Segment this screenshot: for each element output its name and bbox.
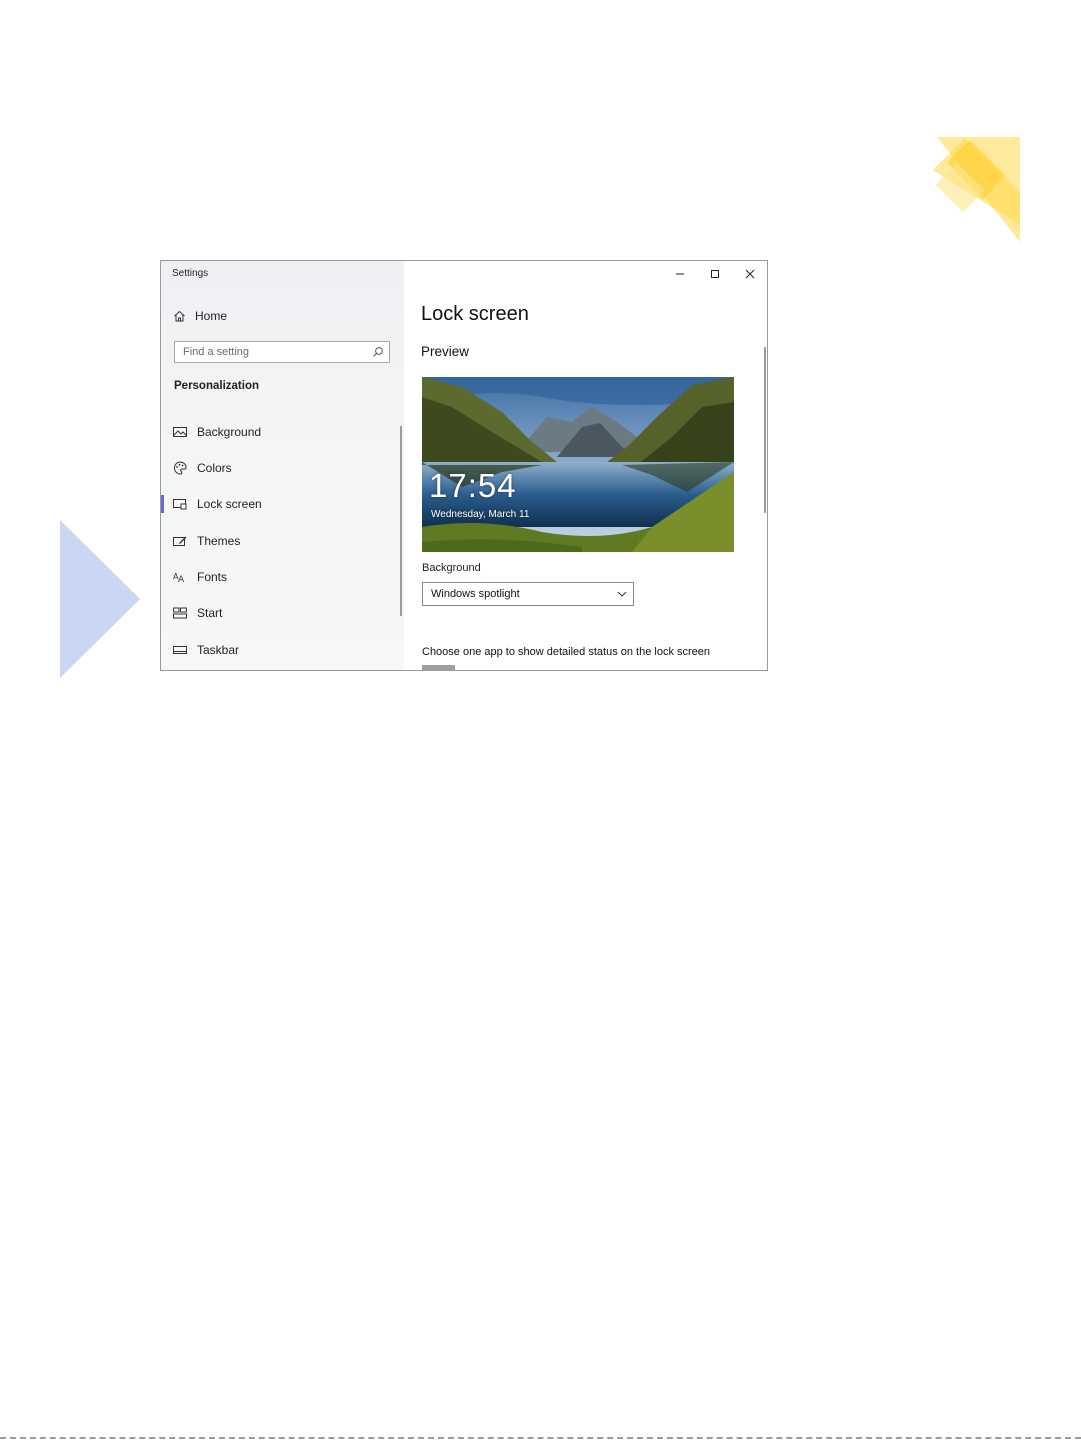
preview-clock: 17:54 bbox=[429, 467, 517, 504]
caption-buttons bbox=[662, 261, 767, 287]
status-app-button[interactable] bbox=[422, 665, 455, 670]
sidebar-item-label: Taskbar bbox=[197, 643, 240, 657]
close-button[interactable] bbox=[732, 261, 767, 287]
picture-icon bbox=[173, 427, 187, 437]
sidebar-item-label: Colors bbox=[197, 461, 232, 475]
search-input[interactable] bbox=[175, 342, 373, 362]
sidebar: Settings Home Personalization Background… bbox=[161, 261, 404, 670]
search-icon[interactable] bbox=[372, 346, 384, 358]
sidebar-item-start[interactable]: Start bbox=[161, 602, 399, 624]
sidebar-item-lock-screen[interactable]: Lock screen bbox=[161, 493, 399, 515]
sidebar-item-label: Background bbox=[197, 425, 262, 439]
themes-icon bbox=[173, 536, 187, 546]
sidebar-item-themes[interactable]: Themes bbox=[161, 530, 399, 552]
sidebar-item-background[interactable]: Background bbox=[161, 421, 399, 443]
svg-text:A: A bbox=[178, 575, 185, 583]
lock-screen-preview: 17:54 Wednesday, March 11 bbox=[422, 377, 734, 552]
chevron-down-icon bbox=[617, 591, 627, 597]
bottom-rule bbox=[0, 1437, 1081, 1439]
start-icon bbox=[173, 607, 187, 619]
preview-heading: Preview bbox=[421, 344, 470, 359]
status-app-label: Choose one app to show detailed status o… bbox=[422, 646, 711, 658]
sidebar-item-label: Lock screen bbox=[197, 497, 262, 511]
background-dropdown[interactable]: Windows spotlight bbox=[422, 582, 634, 606]
landscape-image bbox=[422, 377, 734, 552]
blue-triangle-decoration bbox=[60, 520, 140, 678]
sidebar-scrollbar[interactable] bbox=[400, 426, 402, 616]
sidebar-item-label: Fonts bbox=[197, 570, 228, 584]
page-title: Lock screen bbox=[421, 303, 529, 325]
maximize-icon bbox=[710, 270, 719, 278]
sidebar-item-fonts[interactable]: AA Fonts bbox=[161, 566, 399, 588]
settings-window: Settings Home Personalization Background… bbox=[160, 260, 768, 671]
sidebar-item-label: Themes bbox=[197, 534, 241, 548]
home-label: Home bbox=[195, 309, 228, 323]
taskbar-icon bbox=[173, 646, 187, 654]
close-icon bbox=[745, 269, 754, 279]
yellow-decoration bbox=[933, 137, 1020, 242]
fonts-icon: AA bbox=[173, 572, 185, 583]
sidebar-item-colors[interactable]: Colors bbox=[161, 457, 399, 479]
background-dropdown-value: Windows spotlight bbox=[431, 588, 520, 600]
home-icon bbox=[174, 310, 185, 322]
search-box[interactable] bbox=[174, 341, 390, 363]
maximize-button[interactable] bbox=[697, 261, 732, 287]
preview-date: Wednesday, March 11 bbox=[431, 509, 530, 520]
sidebar-item-label: Start bbox=[197, 606, 223, 620]
sidebar-item-taskbar[interactable]: Taskbar bbox=[161, 639, 399, 661]
app-title: Settings bbox=[172, 268, 209, 279]
background-label: Background bbox=[422, 562, 481, 574]
lock-screen-icon bbox=[173, 499, 187, 510]
main-scrollbar[interactable] bbox=[764, 347, 766, 513]
minimize-button[interactable] bbox=[662, 261, 697, 287]
section-heading: Personalization bbox=[174, 380, 259, 392]
minimize-icon bbox=[675, 273, 684, 275]
palette-icon bbox=[174, 461, 187, 475]
home-link[interactable]: Home bbox=[173, 307, 227, 325]
